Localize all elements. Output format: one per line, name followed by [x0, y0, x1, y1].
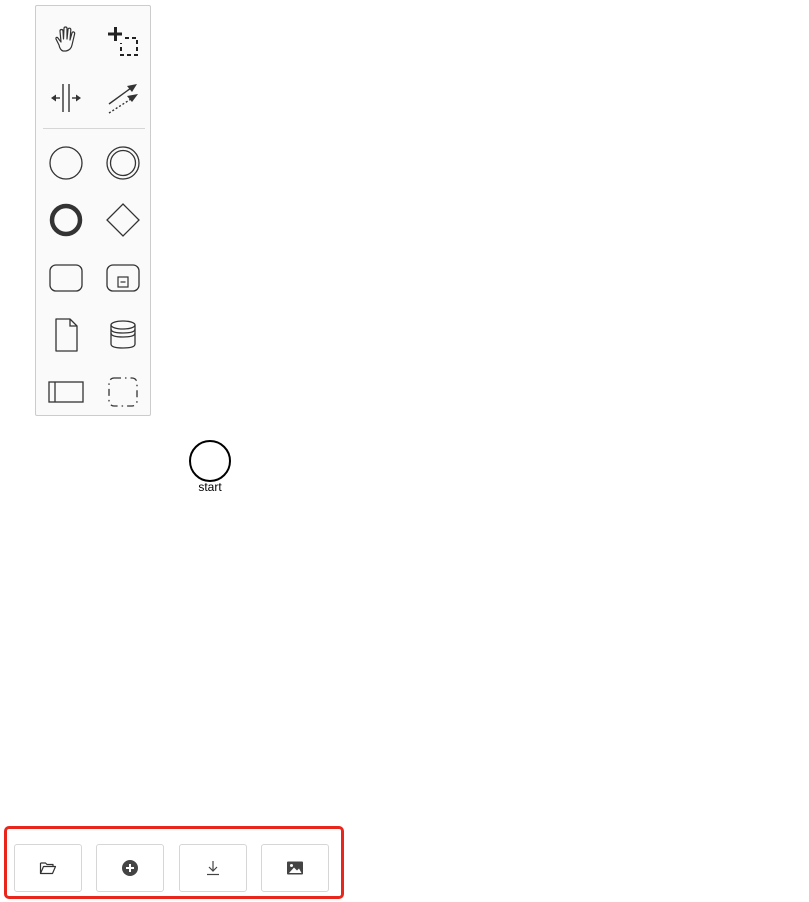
download-icon [207, 861, 219, 876]
download-button[interactable] [179, 844, 247, 892]
create-group-button[interactable] [100, 369, 146, 415]
create-gateway-button[interactable] [100, 197, 146, 243]
create-intermediate-event-button[interactable] [100, 140, 146, 186]
start-event-icon [49, 146, 83, 180]
participant-icon [48, 381, 84, 403]
action-toolbar [4, 826, 344, 899]
start-event-shape[interactable] [188, 439, 232, 483]
data-store-icon [110, 320, 136, 349]
create-data-store-button[interactable] [100, 312, 146, 358]
gateway-icon [106, 203, 140, 237]
create-subprocess-button[interactable] [100, 255, 146, 301]
subprocess-icon [106, 264, 140, 292]
connect-icon [108, 84, 138, 114]
data-object-icon [55, 318, 78, 352]
group-icon [108, 377, 138, 407]
lasso-tool-button[interactable] [100, 18, 146, 64]
task-icon [49, 264, 83, 292]
open-file-button[interactable] [14, 844, 82, 892]
image-icon [287, 861, 303, 875]
create-start-event-button[interactable] [43, 140, 89, 186]
hand-icon [55, 26, 76, 52]
palette-separator [43, 128, 145, 129]
space-icon [51, 84, 81, 112]
new-diagram-button[interactable] [96, 844, 164, 892]
end-event-icon [49, 203, 83, 237]
lasso-icon [108, 27, 138, 56]
create-end-event-button[interactable] [43, 197, 89, 243]
diagram-canvas[interactable]: start [0, 0, 809, 902]
intermediate-event-icon [106, 146, 140, 180]
folder-open-icon [39, 862, 57, 875]
global-connect-tool-button[interactable] [100, 75, 146, 121]
create-data-object-button[interactable] [43, 312, 89, 358]
hand-tool-button[interactable] [43, 18, 89, 64]
plus-circle-icon [122, 860, 138, 876]
tool-palette [35, 5, 151, 416]
space-tool-button[interactable] [43, 75, 89, 121]
start-event-label[interactable]: start [180, 480, 240, 494]
create-task-button[interactable] [43, 255, 89, 301]
export-image-button[interactable] [261, 844, 329, 892]
create-participant-button[interactable] [43, 369, 89, 415]
